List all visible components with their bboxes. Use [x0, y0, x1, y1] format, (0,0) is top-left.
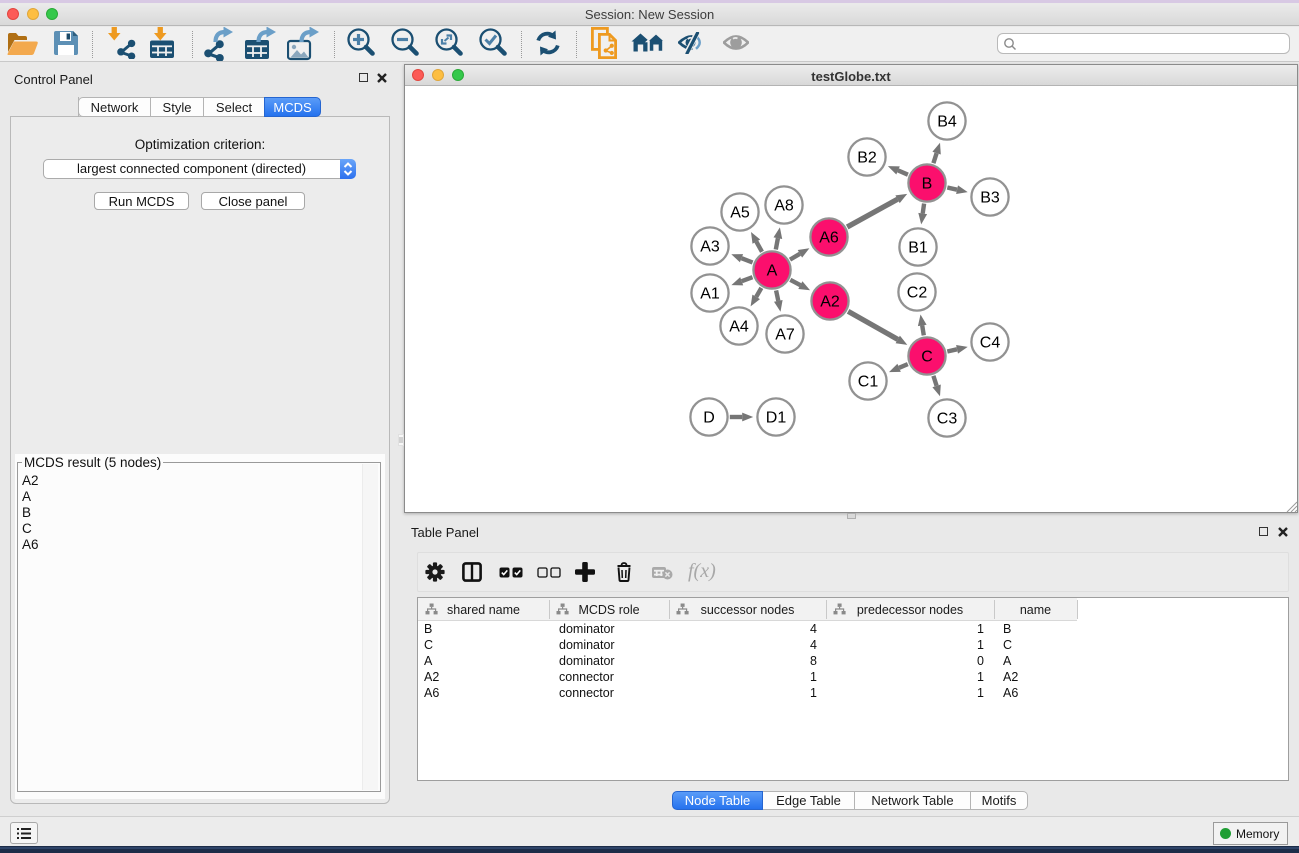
svg-text:D: D	[703, 410, 715, 427]
svg-text:C4: C4	[980, 335, 1001, 352]
svg-text:A: A	[767, 263, 778, 280]
svg-text:A2: A2	[820, 294, 840, 311]
svg-text:A7: A7	[775, 327, 795, 344]
svg-text:D1: D1	[766, 410, 787, 427]
svg-text:B3: B3	[980, 190, 1000, 207]
svg-text:A3: A3	[700, 239, 720, 256]
svg-text:A8: A8	[774, 198, 794, 215]
svg-text:A4: A4	[729, 319, 749, 336]
svg-text:B1: B1	[908, 240, 928, 257]
svg-text:A1: A1	[700, 286, 720, 303]
svg-text:B4: B4	[937, 114, 957, 131]
svg-text:A6: A6	[819, 230, 839, 247]
svg-text:B: B	[922, 176, 933, 193]
svg-text:A5: A5	[730, 205, 750, 222]
svg-text:B2: B2	[857, 150, 877, 167]
svg-text:C3: C3	[937, 411, 958, 428]
svg-text:C: C	[921, 349, 933, 366]
svg-text:C1: C1	[858, 374, 879, 391]
svg-text:C2: C2	[907, 285, 928, 302]
